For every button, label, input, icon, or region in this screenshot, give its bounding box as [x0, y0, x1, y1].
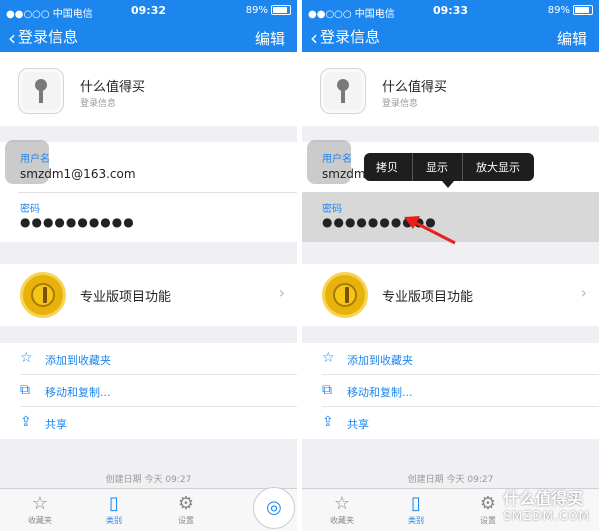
- status-bar: ●●○○○ 中国电信 09:32 89%: [0, 0, 297, 22]
- item-header: 什么值得买 登录信息: [0, 52, 297, 126]
- pro-feature-row[interactable]: 专业版项目功能 ›: [0, 264, 297, 326]
- item-title: 什么值得买: [382, 80, 448, 95]
- back-label: 登录信息: [18, 28, 79, 46]
- categories-icon: ▯: [109, 493, 119, 514]
- move-copy-button[interactable]: ⧉ 移动和复制...: [302, 375, 599, 407]
- username-field[interactable]: 用户名 smzdm1@163.com: [0, 140, 297, 193]
- back-button[interactable]: ‹ 登录信息: [310, 26, 380, 48]
- battery-indicator: 89%: [548, 5, 593, 16]
- battery-percent: 89%: [547, 5, 570, 16]
- context-menu: 拷贝 显示 放大显示: [364, 153, 534, 188]
- gear-icon: ⚙: [177, 493, 195, 514]
- menu-copy-button[interactable]: 拷贝: [376, 159, 398, 175]
- share-icon: ⇪: [20, 414, 32, 430]
- edit-button[interactable]: 编辑: [255, 28, 285, 49]
- back-label: 登录信息: [320, 28, 381, 46]
- password-label: 密码: [20, 204, 40, 215]
- star-icon: ☆: [333, 493, 351, 514]
- item-subtitle: 登录信息: [80, 99, 117, 109]
- battery-icon: [573, 5, 593, 15]
- menu-reveal-button[interactable]: 显示: [426, 159, 448, 175]
- password-value: ●●●●●●●●●●: [20, 215, 135, 229]
- username-label: 用户名: [322, 154, 352, 165]
- username-label: 用户名: [20, 154, 50, 165]
- battery-icon: [271, 5, 291, 15]
- globe-icon: ◎: [266, 497, 282, 518]
- battery-percent: 89%: [245, 5, 268, 16]
- star-icon: ☆: [322, 350, 335, 366]
- pro-feature-label: 专业版项目功能: [80, 290, 172, 305]
- login-key-icon: [18, 68, 64, 114]
- pro-feature-label: 专业版项目功能: [382, 290, 474, 305]
- action-label: 共享: [45, 418, 67, 431]
- status-bar: ●●○○○ 中国电信 09:33 89%: [302, 0, 599, 22]
- item-title: 什么值得买: [80, 80, 146, 95]
- tab-bar: ☆ 收藏夹 ▯ 类别 ⚙ 设置 ◎: [0, 487, 297, 531]
- created-date: 创建日期 今天 09:27: [407, 475, 494, 485]
- watermark-domain: SMZDM.COM: [503, 509, 590, 523]
- back-button[interactable]: ‹ 登录信息: [8, 26, 78, 48]
- move-copy-button[interactable]: ⧉ 移动和复制...: [0, 375, 297, 407]
- tab-favorites[interactable]: ☆ 收藏夹: [312, 493, 372, 526]
- chevron-right-icon: ›: [278, 283, 285, 302]
- created-date: 创建日期 今天 09:27: [105, 475, 192, 485]
- password-field-selected[interactable]: 密码 ●●●●●●●●●●: [302, 192, 599, 242]
- watermark-logo-text: 什么值得买: [503, 489, 584, 508]
- globe-button[interactable]: ◎: [253, 487, 295, 529]
- menu-large-type-button[interactable]: 放大显示: [476, 159, 520, 175]
- add-to-favorites-button[interactable]: ☆ 添加到收藏夹: [0, 343, 297, 375]
- pro-feature-row[interactable]: 专业版项目功能 ›: [302, 264, 599, 326]
- pro-badge-icon: [20, 272, 66, 318]
- share-icon: ⇪: [322, 414, 334, 430]
- star-icon: ☆: [31, 493, 49, 514]
- action-label: 移动和复制...: [45, 386, 111, 399]
- action-label: 添加到收藏夹: [347, 354, 413, 367]
- action-label: 共享: [347, 418, 369, 431]
- copy-icon: ⧉: [20, 382, 30, 398]
- chevron-right-icon: ›: [580, 283, 587, 302]
- screen-after: ●●○○○ 中国电信 09:33 89% ‹ 登录信息 编辑 什么值得买 登录信息…: [302, 0, 599, 531]
- credential-fields: 用户名 smzdm1@163.com 密码 ●●●●●●●●●●: [0, 140, 297, 242]
- password-value: ●●●●●●●●●●: [322, 215, 437, 229]
- username-value: smzdm1@163.com: [20, 167, 136, 181]
- tab-categories[interactable]: ▯ 类别: [84, 493, 144, 526]
- share-button[interactable]: ⇪ 共享: [0, 407, 297, 439]
- star-icon: ☆: [20, 350, 33, 366]
- add-to-favorites-button[interactable]: ☆ 添加到收藏夹: [302, 343, 599, 375]
- pro-badge-icon: [322, 272, 368, 318]
- battery-indicator: 89%: [246, 5, 291, 16]
- tab-settings[interactable]: ⚙ 设置: [156, 493, 216, 526]
- chevron-left-icon: ‹: [310, 25, 318, 50]
- edit-button[interactable]: 编辑: [557, 28, 587, 49]
- password-field[interactable]: 密码 ●●●●●●●●●●: [0, 192, 297, 242]
- categories-icon: ▯: [411, 493, 421, 514]
- menu-pointer: [442, 181, 454, 188]
- watermark: 什么值得买 SMZDM.COM: [503, 485, 590, 523]
- item-subtitle: 登录信息: [382, 99, 419, 109]
- login-key-icon: [320, 68, 366, 114]
- tab-categories[interactable]: ▯ 类别: [386, 493, 446, 526]
- nav-bar: ‹ 登录信息 编辑: [0, 22, 297, 52]
- copy-icon: ⧉: [322, 382, 332, 398]
- action-list: ☆ 添加到收藏夹 ⧉ 移动和复制... ⇪ 共享: [0, 343, 297, 439]
- action-label: 添加到收藏夹: [45, 354, 111, 367]
- share-button[interactable]: ⇪ 共享: [302, 407, 599, 439]
- action-label: 移动和复制...: [347, 386, 413, 399]
- action-list: ☆ 添加到收藏夹 ⧉ 移动和复制... ⇪ 共享: [302, 343, 599, 439]
- screen-before: ●●○○○ 中国电信 09:32 89% ‹ 登录信息 编辑 什么值得买 登录信息…: [0, 0, 297, 531]
- password-label: 密码: [322, 204, 342, 215]
- tab-favorites[interactable]: ☆ 收藏夹: [10, 493, 70, 526]
- item-header: 什么值得买 登录信息: [302, 52, 599, 126]
- nav-bar: ‹ 登录信息 编辑: [302, 22, 599, 52]
- chevron-left-icon: ‹: [8, 25, 16, 50]
